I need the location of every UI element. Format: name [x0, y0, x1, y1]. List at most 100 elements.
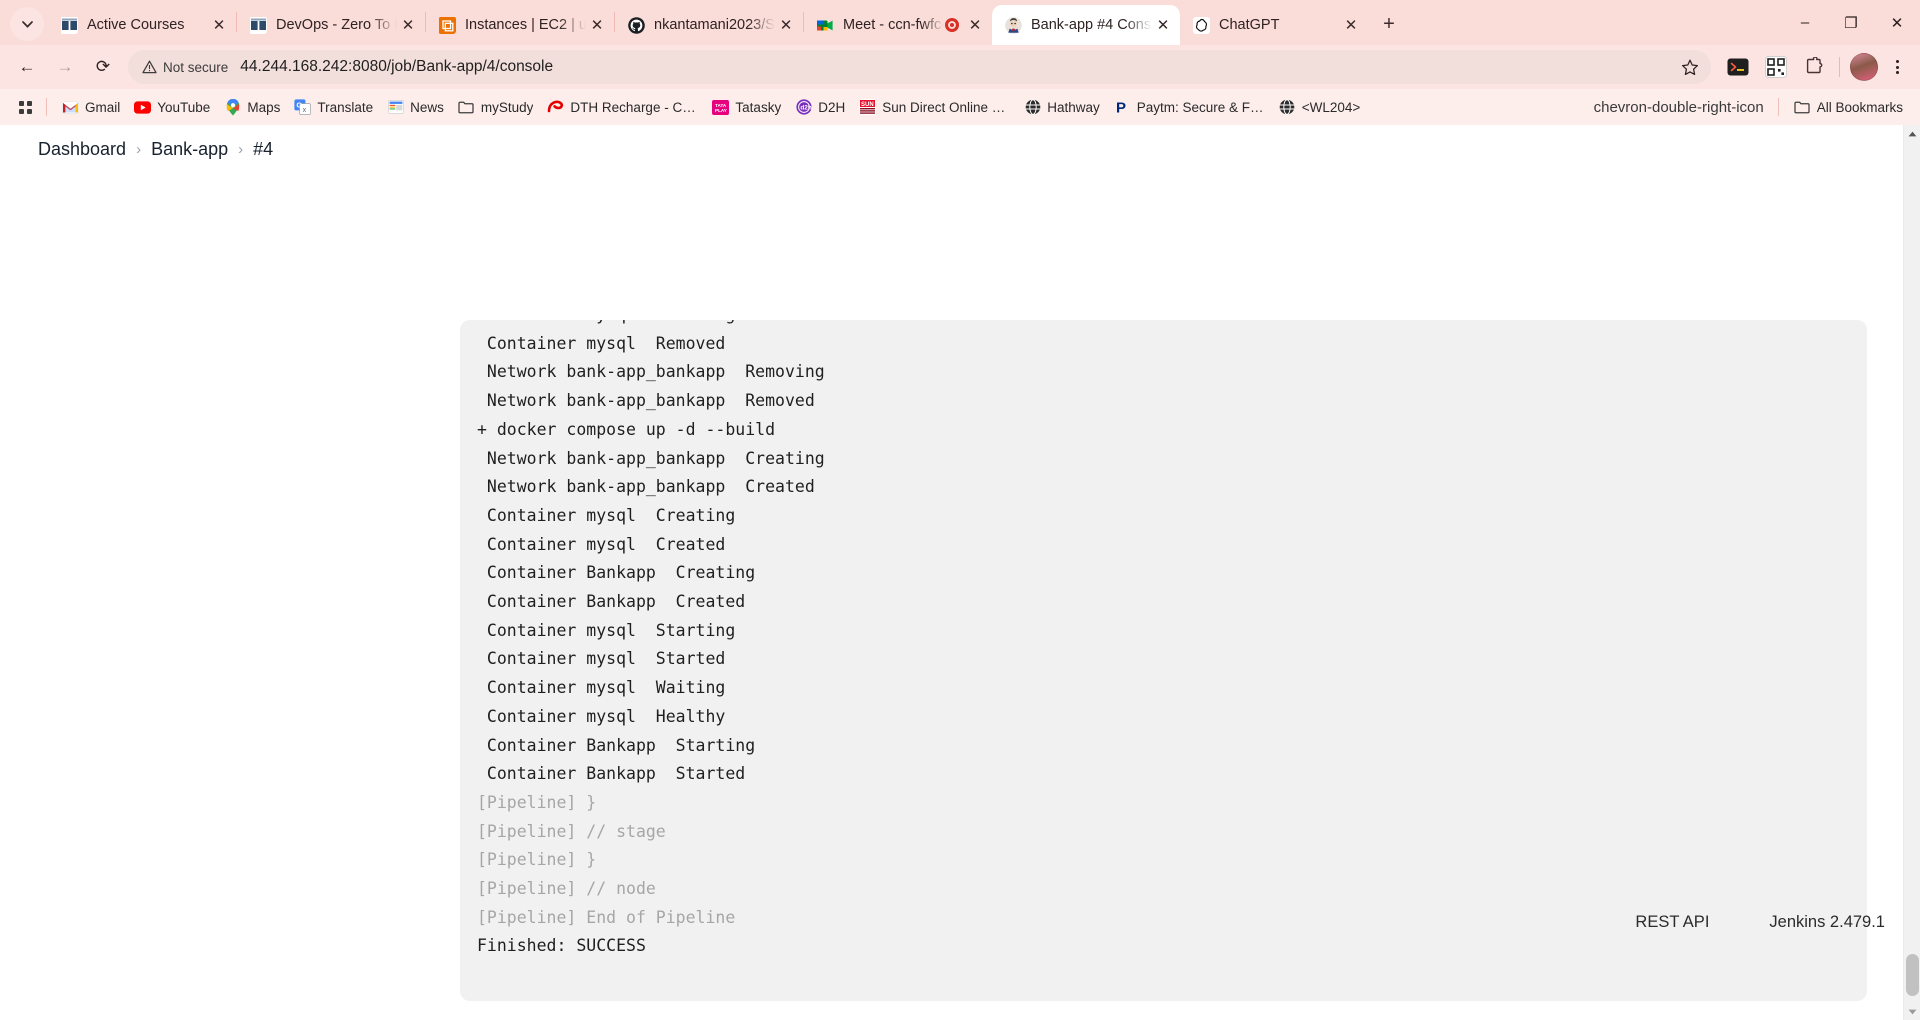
bookmark-item[interactable]: DTH Recharge - Co... [540, 94, 705, 120]
bookmark-label: Tatasky [735, 99, 782, 115]
breadcrumb-separator: › [136, 141, 142, 158]
browser-tab[interactable]: DevOps - Zero To He✕ [237, 5, 425, 45]
scrollbar-thumb[interactable] [1906, 954, 1919, 996]
forward-button[interactable]: → [48, 50, 82, 84]
tab-close-button[interactable]: ✕ [775, 14, 797, 36]
url-text[interactable]: 44.244.168.242:8080/job/Bank-app/4/conso… [240, 58, 1675, 76]
qr-code-extension-icon[interactable] [1760, 51, 1792, 83]
minimize-button[interactable]: – [1782, 0, 1828, 45]
extensions-puzzle-icon[interactable] [1798, 51, 1830, 83]
browser-tab-active[interactable]: Bank-app #4 Console✕ [992, 5, 1180, 45]
folder-icon [458, 99, 475, 116]
console-line: Network bank-app_bankapp Removing [477, 362, 825, 382]
browser-window: Active Courses✕DevOps - Zero To He✕Insta… [0, 0, 1920, 1020]
tab-title: ChatGPT [1219, 17, 1280, 33]
bookmark-item[interactable]: SUN Sun Direct Online Q... [852, 94, 1017, 120]
bookmark-label: Hathway [1047, 99, 1100, 115]
three-dot-menu-icon[interactable] [1882, 51, 1912, 83]
console-line: [Pipeline] } [477, 850, 597, 870]
tab-search-button[interactable] [10, 7, 44, 41]
svg-text:G: G [297, 101, 303, 110]
console-line: Network bank-app_bankapp Removed [477, 391, 815, 411]
bookmark-item[interactable]: d2h D2H [788, 94, 852, 120]
star-icon[interactable] [1675, 52, 1705, 82]
bookmark-item[interactable]: myStudy [451, 94, 541, 120]
chevron-double-right-icon[interactable]: chevron-double-right-icon [1584, 99, 1774, 116]
tab-close-button[interactable]: ✕ [964, 14, 986, 36]
bookmark-item[interactable]: <WL204> [1272, 94, 1368, 120]
console-line: [Pipeline] } [477, 792, 597, 812]
console-line: Container mysql Created [477, 534, 726, 554]
security-status[interactable]: Not secure [142, 60, 240, 75]
d2h-icon: d2h [795, 99, 812, 116]
sun-direct-icon: SUN [859, 99, 877, 116]
bookmark-list: Gmail YouTube Maps Gx Translate News myStudy DT… [55, 94, 1367, 120]
console-line: Finished: SUCCESS [477, 936, 646, 956]
bookmark-item[interactable]: Gmail [55, 94, 127, 120]
breadcrumb-separator: › [238, 141, 244, 158]
browser-tab[interactable]: nkantamani2023/Spr ✕ [615, 5, 803, 45]
terminal-extension-icon[interactable] [1722, 51, 1754, 83]
github-icon [627, 16, 645, 34]
console-line: [Pipeline] // stage [477, 821, 666, 841]
tab-recording-icon[interactable] [944, 17, 960, 33]
bookmark-item[interactable]: Hathway [1017, 94, 1107, 120]
google-news-icon [387, 99, 404, 116]
back-button[interactable]: ← [10, 50, 44, 84]
avatar[interactable] [1850, 53, 1878, 81]
console-line: Container mysql Started [477, 649, 726, 669]
tab-close-button[interactable]: ✕ [1340, 14, 1362, 36]
console-line: Container mysql Healthy [477, 706, 726, 726]
console-log-text: Container mysql Removing Container mysql… [460, 320, 1867, 961]
google-translate-icon: Gx [294, 99, 312, 116]
bookmark-item[interactable]: TATA PLAY Tatasky [705, 94, 788, 120]
bookmark-item[interactable]: YouTube [127, 94, 217, 120]
console-line: Container Bankapp Created [477, 592, 746, 612]
svg-text:P: P [1116, 99, 1126, 115]
browser-tab[interactable]: ChatGPT ✕ [1180, 5, 1368, 45]
maximize-button[interactable]: ❐ [1828, 0, 1874, 45]
tab-close-button[interactable]: ✕ [1152, 14, 1174, 36]
console-line: Container Bankapp Started [477, 764, 746, 784]
apps-grid-icon[interactable] [12, 94, 38, 120]
console-output-panel: Container mysql Removing Container mysql… [460, 320, 1867, 1001]
youtube-icon [134, 99, 152, 116]
console-line: Container mysql Removed [477, 333, 726, 353]
new-tab-button[interactable]: + [1374, 9, 1404, 39]
breadcrumb-item[interactable]: Dashboard [38, 139, 126, 160]
browser-tab[interactable]: Instances | EC2 | us-w✕ [426, 5, 614, 45]
bookmark-item[interactable]: News [380, 94, 451, 120]
bookmarks-bar-right: chevron-double-right-icon All Bookmarks [1584, 89, 1910, 125]
breadcrumb-item[interactable]: Bank-app [151, 139, 228, 160]
console-line: [Pipeline] End of Pipeline [477, 907, 736, 927]
all-bookmarks-button[interactable]: All Bookmarks [1787, 94, 1910, 120]
address-bar[interactable]: Not secure 44.244.168.242:8080/job/Bank-… [128, 50, 1711, 84]
console-line: Network bank-app_bankapp Created [477, 477, 815, 497]
svg-text:x: x [303, 107, 307, 114]
tataplay-icon: TATA PLAY [712, 99, 730, 116]
tab-title: DevOps - Zero To He [276, 17, 397, 33]
bookmark-item[interactable]: Gx Translate [287, 94, 380, 120]
tab-close-button[interactable]: ✕ [208, 14, 230, 36]
vertical-scrollbar[interactable] [1903, 125, 1920, 1020]
bookmarks-separator-2 [1777, 98, 1779, 116]
reload-button[interactable]: ⟳ [86, 50, 120, 84]
browser-tab[interactable]: Meet - ccn-fwfc- ✕ [804, 5, 992, 45]
breadcrumb: Dashboard › Bank-app › #4 [0, 125, 1920, 160]
close-window-button[interactable]: ✕ [1874, 0, 1920, 45]
folder-icon [1794, 99, 1811, 116]
triangle-up-icon[interactable] [1904, 125, 1920, 142]
triangle-down-icon[interactable] [1904, 1003, 1920, 1020]
jenkins-icon [1004, 16, 1022, 34]
page-content: Dashboard › Bank-app › #4 Container mysql Re… [0, 125, 1920, 1020]
globe-icon [1279, 99, 1296, 116]
tab-close-button[interactable]: ✕ [586, 14, 608, 36]
bookmark-item[interactable]: Maps [217, 94, 287, 120]
rest-api-link[interactable]: REST API [1635, 913, 1709, 932]
tab-close-button[interactable]: ✕ [397, 14, 419, 36]
svg-text:PLAY: PLAY [715, 108, 727, 113]
bookmark-item[interactable]: P Paytm: Secure & Fas... [1107, 94, 1272, 120]
chevron-down-icon [21, 20, 33, 28]
aws-ec2-icon [438, 16, 456, 34]
browser-tab[interactable]: Active Courses ✕ [48, 5, 236, 45]
